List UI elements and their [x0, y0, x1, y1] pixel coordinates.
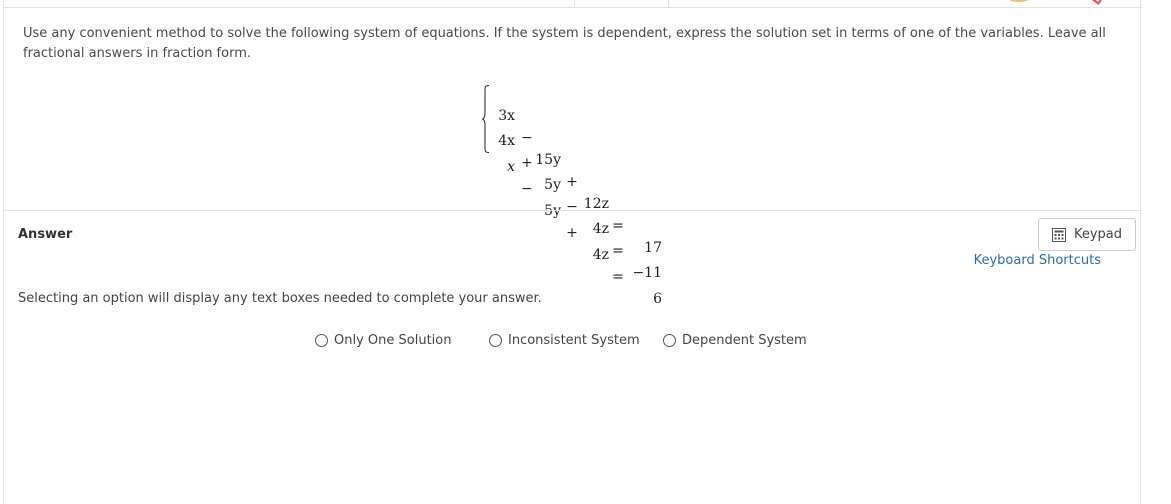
left-brace	[482, 85, 490, 153]
question-panel: Use any convenient method to solve the f…	[3, 0, 1142, 504]
operator: +	[566, 225, 578, 241]
answer-heading: Answer	[18, 227, 73, 242]
operator: +	[521, 155, 533, 171]
calculator-icon	[1051, 227, 1066, 242]
top-toolbar-edge	[4, 0, 1142, 8]
operator: −	[521, 130, 533, 146]
x-term: x	[507, 159, 515, 175]
equation-row: x − 5y + 4z = 6	[495, 134, 662, 307]
option-dependent-system[interactable]: Dependent System	[663, 331, 807, 349]
option-inconsistent-system[interactable]: Inconsistent System	[489, 331, 640, 349]
equals-sign: =	[612, 269, 624, 285]
equals-sign: =	[612, 243, 624, 259]
radio-button[interactable]	[315, 333, 328, 347]
option-label: Only One Solution	[334, 332, 452, 348]
radio-button[interactable]	[489, 333, 502, 347]
y-term: 15y	[535, 152, 561, 168]
equation-row: 4x + 5y − 4z = −11	[495, 108, 662, 281]
toolbar-divider	[574, 0, 575, 8]
section-divider	[4, 210, 1142, 211]
option-only-one-solution[interactable]: Only One Solution	[315, 331, 451, 349]
rhs-value: 6	[653, 291, 662, 307]
answer-instruction: Selecting an option will display any tex…	[18, 291, 542, 306]
operator: −	[566, 199, 578, 215]
option-label: Inconsistent System	[508, 332, 640, 348]
equation-system: 3x − 15y + 12z = 17 4x + 5y − 4z = −11 x…	[482, 83, 672, 307]
equals-sign: =	[612, 218, 624, 234]
keyboard-shortcuts-link[interactable]: Keyboard Shortcuts	[974, 253, 1101, 268]
operator: +	[566, 174, 578, 190]
z-term: 4z	[592, 221, 609, 237]
keypad-label: Keypad	[1073, 227, 1123, 242]
z-term: 4z	[592, 247, 609, 263]
operator: −	[521, 181, 533, 197]
toolbar-divider	[668, 0, 669, 8]
equation-row: 3x − 15y + 12z = 17	[495, 83, 662, 256]
rhs-value: −11	[632, 265, 662, 281]
y-term: 5y	[544, 177, 561, 193]
question-text: Use any convenient method to solve the f…	[23, 26, 1106, 61]
radio-button[interactable]	[663, 333, 676, 347]
option-label: Dependent System	[682, 332, 807, 348]
rhs-value: 17	[644, 240, 662, 256]
y-term: 5y	[544, 203, 561, 219]
z-term: 12z	[583, 196, 609, 212]
keypad-button[interactable]: Keypad	[1038, 218, 1136, 251]
